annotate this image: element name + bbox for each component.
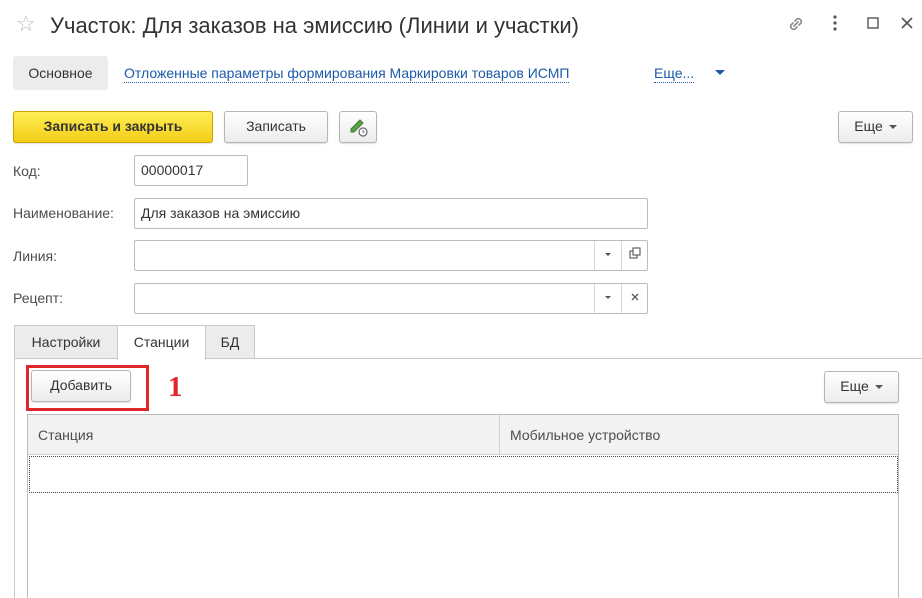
toolbar-more-label: Еще (854, 118, 883, 134)
annotation-highlight-box (26, 365, 149, 411)
kebab-menu-icon[interactable] (824, 14, 846, 36)
line-dropdown-button[interactable] (594, 241, 620, 270)
chevron-down-icon (604, 296, 611, 299)
annotation-number: 1 (168, 371, 183, 403)
recipe-field[interactable] (134, 283, 648, 314)
recipe-label: Рецепт: (13, 290, 64, 306)
nav-link-deferred-params[interactable]: Отложенные параметры формирования Маркир… (124, 64, 570, 83)
chevron-down-icon (888, 125, 897, 130)
stations-more-button[interactable]: Еще (824, 371, 899, 403)
chevron-down-icon (604, 253, 611, 256)
name-label: Наименование: (13, 205, 114, 221)
nav-main-tab[interactable]: Основное (13, 56, 108, 90)
edit-history-button[interactable] (339, 111, 377, 143)
line-label: Линия: (13, 248, 58, 264)
tab-db[interactable]: БД (205, 325, 255, 359)
code-field[interactable]: 00000017 (134, 155, 248, 186)
toolbar-more-button[interactable]: Еще (838, 111, 913, 143)
table-row[interactable] (29, 456, 898, 493)
tab-settings[interactable]: Настройки (14, 325, 118, 359)
stations-table[interactable]: Станция Мобильное устройство (27, 414, 899, 598)
stations-more-label: Еще (840, 378, 869, 394)
chevron-down-icon (874, 385, 883, 390)
line-open-button[interactable] (621, 241, 647, 270)
window-title: Участок: Для заказов на эмиссию (Линии и… (50, 13, 579, 38)
table-header: Станция Мобильное устройство (28, 415, 898, 455)
maximize-icon[interactable] (862, 14, 884, 36)
recipe-clear-button[interactable] (621, 284, 647, 313)
tab-stations[interactable]: Станции (117, 325, 206, 360)
column-header-mobile-device[interactable]: Мобильное устройство (500, 415, 898, 455)
name-field[interactable]: Для заказов на эмиссию (134, 198, 648, 229)
line-field[interactable] (134, 240, 648, 271)
link-icon[interactable] (785, 14, 807, 36)
star-icon[interactable]: ☆ (16, 12, 38, 36)
open-window-icon (628, 247, 641, 259)
close-icon[interactable] (896, 14, 918, 36)
save-button[interactable]: Записать (224, 111, 328, 143)
code-label: Код: (13, 163, 41, 179)
recipe-dropdown-button[interactable] (594, 284, 620, 313)
line-field-value (135, 247, 141, 263)
recipe-field-value (135, 290, 141, 306)
column-header-station[interactable]: Станция (28, 415, 500, 455)
nav-more-link[interactable]: Еще... (654, 64, 695, 83)
pencil-clock-icon (350, 119, 368, 137)
nav-more-caret-icon[interactable] (713, 65, 727, 79)
clear-icon (631, 293, 638, 301)
save-and-close-button[interactable]: Записать и закрыть (13, 111, 213, 143)
